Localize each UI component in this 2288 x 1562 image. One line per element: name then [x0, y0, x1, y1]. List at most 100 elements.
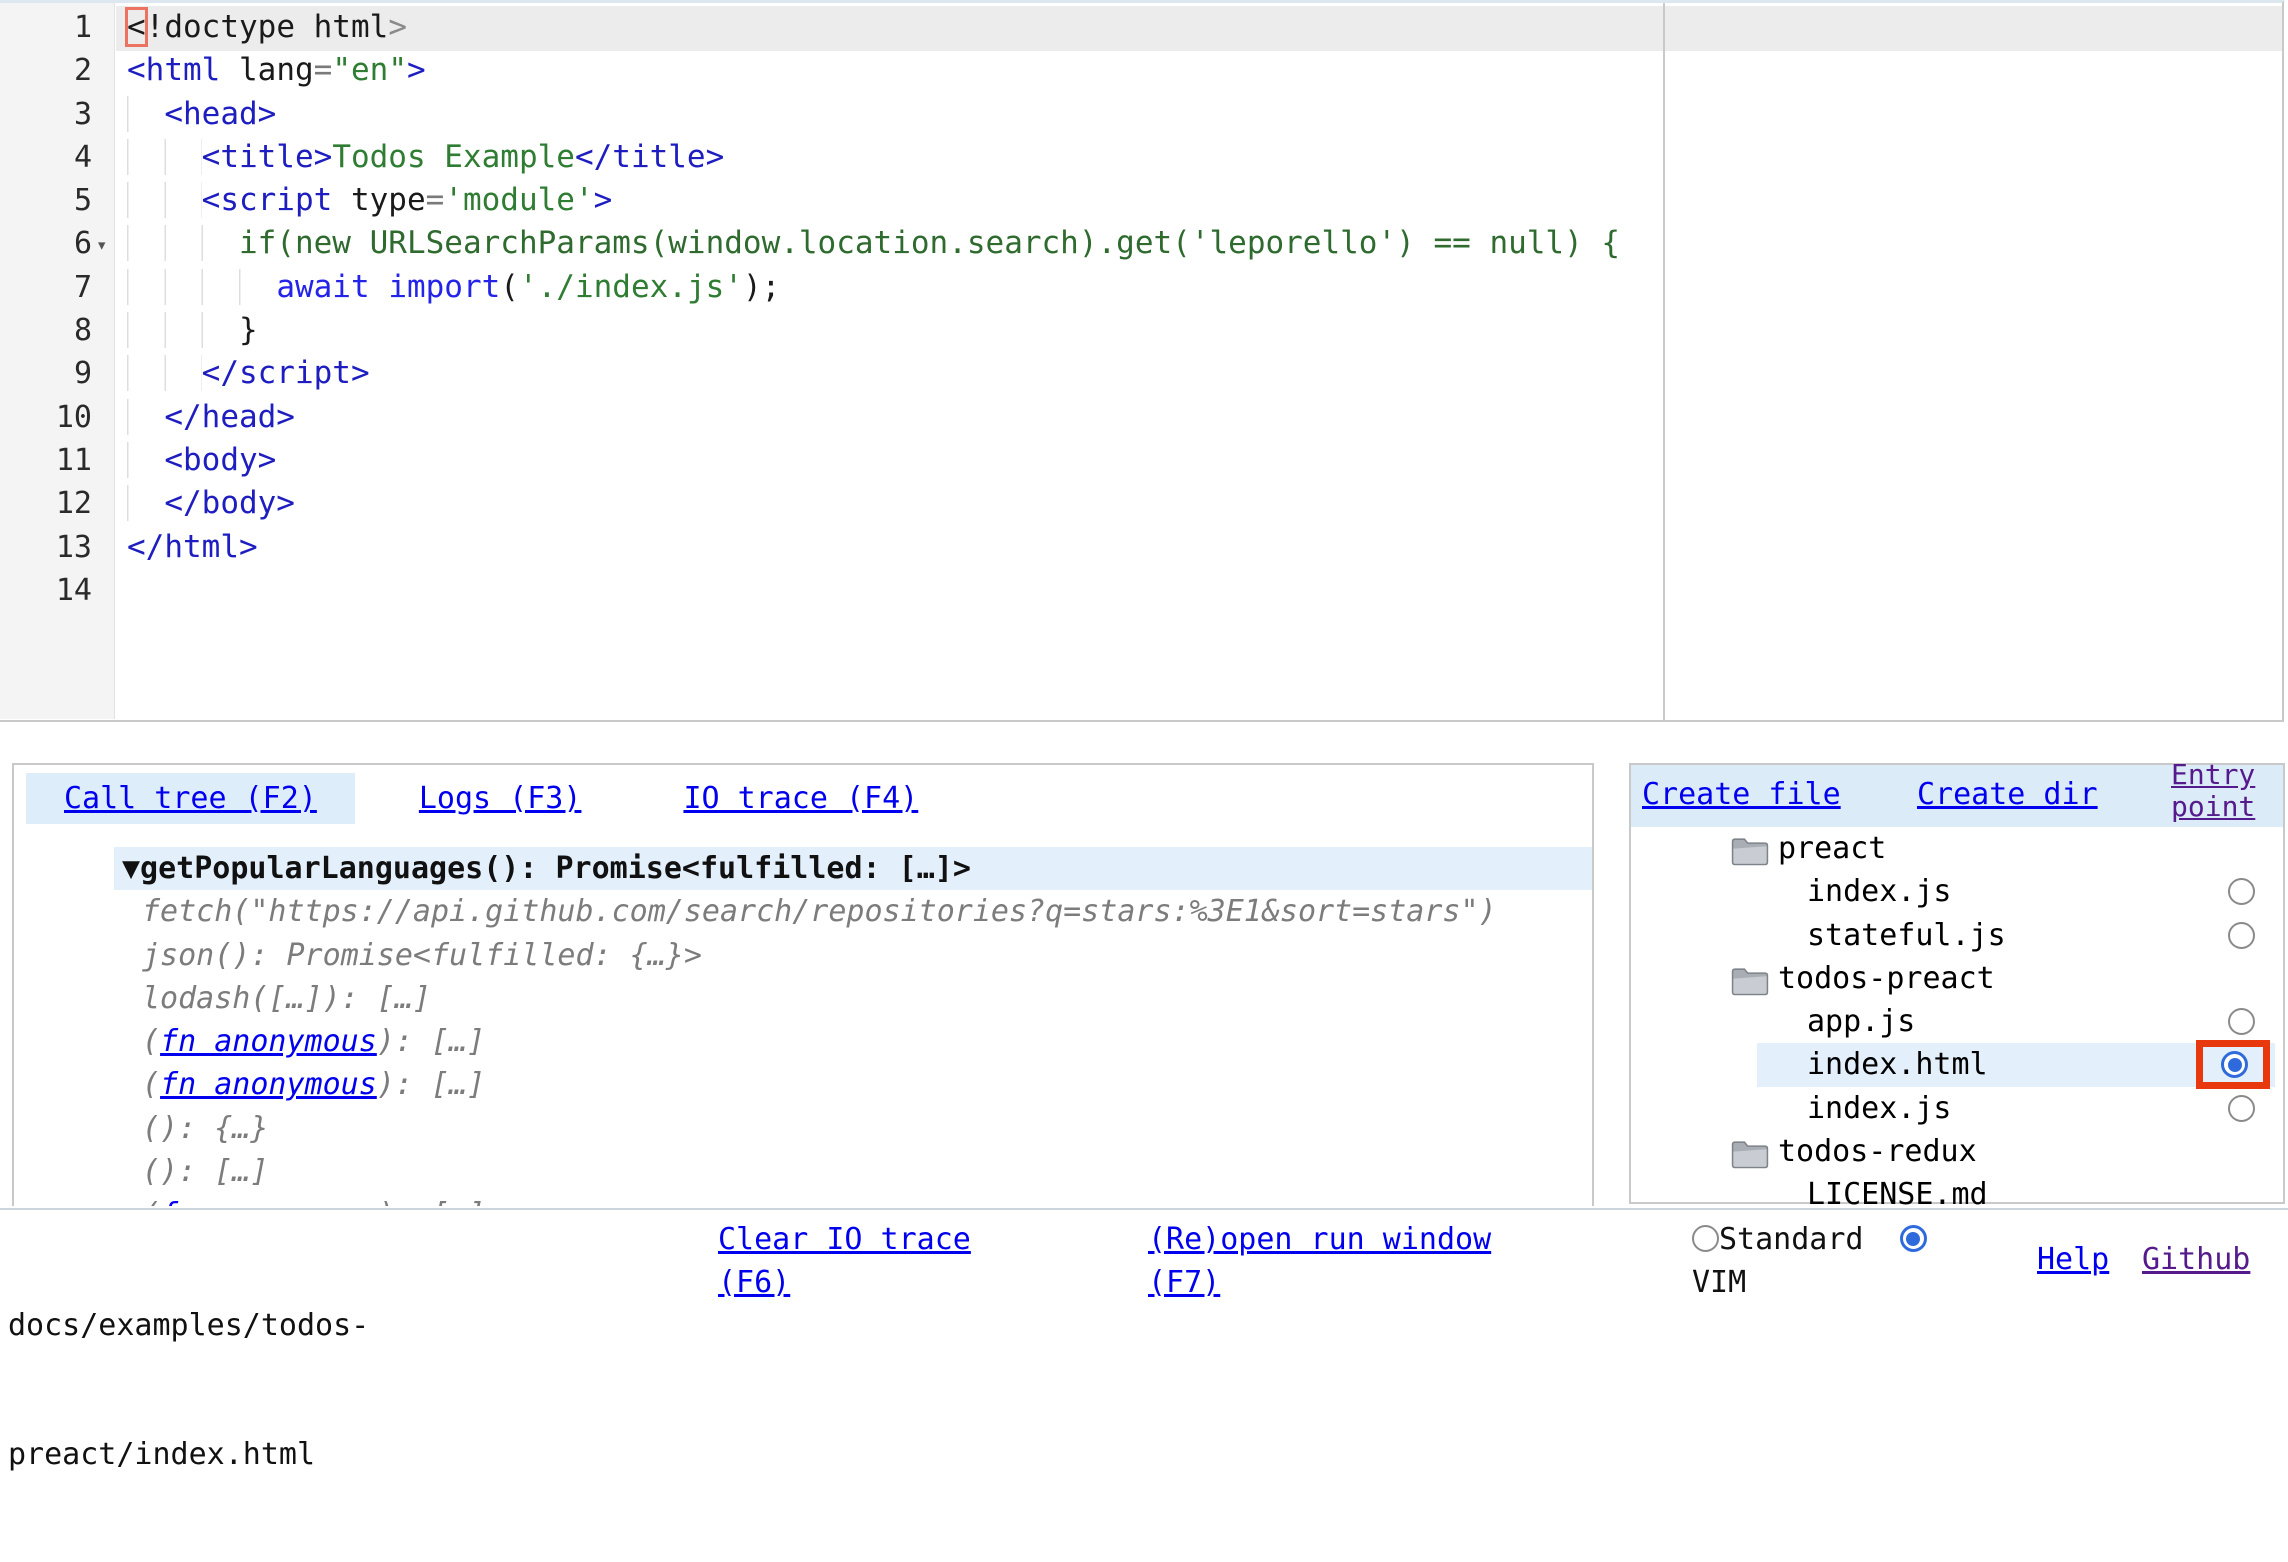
clear-io-trace-line2[interactable]: (F6) [718, 1261, 971, 1304]
file-name[interactable]: stateful.js [1807, 914, 2006, 957]
code-token: './index.js' [519, 269, 743, 305]
code-line[interactable]: 14 [0, 569, 2282, 612]
code-line[interactable]: 6▾ if(new URLSearchParams(window.locatio… [0, 222, 2282, 265]
code-line[interactable]: 8 } [0, 309, 2282, 352]
standard-mode-label[interactable]: Standard [1719, 1222, 1864, 1257]
code-token: ); [743, 269, 780, 305]
entry-point-link[interactable]: Entry point [2171, 759, 2275, 823]
line-number: 11 [0, 439, 92, 482]
reopen-run-window-line2[interactable]: (F7) [1148, 1261, 1491, 1304]
entry-point-radio[interactable] [2228, 1008, 2255, 1035]
call-row-text: ): […] [377, 1024, 485, 1059]
call-tree-row[interactable]: (fn anonymous): […] [14, 1063, 1592, 1106]
code-token: import [388, 269, 500, 305]
code-token: <html [127, 52, 220, 88]
code-token: > [388, 9, 407, 45]
code-line[interactable]: 11 <body> [0, 439, 2282, 482]
file-tree-dir-row[interactable]: todos-redux [1631, 1130, 2283, 1173]
fn-anonymous-link[interactable]: fn anonymous [160, 1067, 377, 1102]
entry-point-radio[interactable] [2228, 1095, 2255, 1122]
entry-point-radio[interactable] [2221, 1051, 2248, 1078]
code-line[interactable]: 12 </body> [0, 482, 2282, 525]
file-name[interactable]: index.js [1807, 1087, 1952, 1130]
create-dir-link[interactable]: Create dir [1917, 777, 2098, 812]
tab-logs[interactable]: Logs (F3) [381, 773, 620, 824]
call-tree-root-row[interactable]: ▼getPopularLanguages(): Promise<fulfille… [14, 847, 1592, 890]
call-tree-row[interactable]: (): {…} [14, 1107, 1592, 1150]
call-tree-row[interactable]: (fn anonymous): […] [14, 1020, 1592, 1063]
call-tree-rows: ▼getPopularLanguages(): Promise<fulfille… [14, 847, 1592, 1206]
file-tree-dir-row[interactable]: todos-preact [1631, 957, 2283, 1000]
code-line[interactable]: 3 <head> [0, 93, 2282, 136]
call-row-text: ( [142, 1067, 160, 1102]
code-line[interactable]: 7 await import('./index.js'); [0, 266, 2282, 309]
code-editor[interactable]: 1<!doctype html>2<html lang="en">3 <head… [0, 0, 2284, 722]
code-token: = [426, 182, 445, 218]
call-row-text: ▼getPopularLanguages(): Promise<fulfille… [122, 851, 971, 886]
vim-mode-label[interactable]: VIM [1692, 1261, 1927, 1304]
tab-io-trace[interactable]: IO trace (F4) [645, 773, 956, 824]
code-text: await import('./index.js'); [127, 266, 780, 309]
dir-name[interactable]: preact [1778, 827, 1886, 870]
code-token: if(new URLSearchParams(window.location.s… [239, 225, 1620, 261]
clear-io-trace-link[interactable]: Clear IO trace (F6) [718, 1218, 971, 1304]
code-text: </script> [127, 352, 370, 395]
code-text: </head> [127, 396, 295, 439]
code-lines: 1<!doctype html>2<html lang="en">3 <head… [0, 6, 2282, 612]
help-link[interactable]: Help [2037, 1238, 2109, 1281]
tab-call-tree[interactable]: Call tree (F2) [26, 773, 355, 824]
tab-io-trace-label[interactable]: IO trace (F4) [683, 781, 918, 816]
github-link[interactable]: Github [2142, 1238, 2250, 1281]
code-token [127, 182, 202, 218]
dir-name[interactable]: todos-redux [1778, 1130, 1977, 1173]
call-tree-row[interactable]: fetch("https://api.github.com/search/rep… [14, 890, 1592, 933]
clear-io-trace-line1[interactable]: Clear IO trace [718, 1218, 971, 1261]
file-tree-file-row[interactable]: index.js [1631, 870, 2283, 913]
code-line[interactable]: 10 </head> [0, 396, 2282, 439]
call-tree-row[interactable]: (fn anonymous): […] [14, 1193, 1592, 1206]
file-tree-file-row[interactable]: stateful.js [1631, 914, 2283, 957]
file-name[interactable]: index.html [1807, 1043, 1988, 1086]
fn-anonymous-link[interactable]: fn anonymous [160, 1197, 377, 1206]
fold-arrow-icon[interactable]: ▾ [96, 224, 107, 267]
code-text: } [127, 309, 258, 352]
call-tree-row[interactable]: lodash([…]): […] [14, 977, 1592, 1020]
line-number: 13 [0, 526, 92, 569]
call-row-text: json(): Promise<fulfilled: {…}> [142, 938, 702, 973]
file-tree-file-row[interactable]: index.js [1631, 1087, 2283, 1130]
call-tree-row[interactable]: (): […] [14, 1150, 1592, 1193]
entry-point-radio[interactable] [2228, 878, 2255, 905]
code-line[interactable]: 4 <title>Todos Example</title> [0, 136, 2282, 179]
code-line[interactable]: 5 <script type='module'> [0, 179, 2282, 222]
standard-mode-radio[interactable] [1692, 1225, 1719, 1252]
code-line[interactable]: 9 </script> [0, 352, 2282, 395]
call-tree-panel: Call tree (F2) Logs (F3) IO trace (F4) ▼… [12, 763, 1594, 1206]
call-row-text: ( [142, 1024, 160, 1059]
code-line[interactable]: 1<!doctype html> [0, 6, 2282, 49]
code-token [370, 269, 389, 305]
call-tree-row[interactable]: json(): Promise<fulfilled: {…}> [14, 934, 1592, 977]
file-name[interactable]: LICENSE.md [1807, 1173, 1988, 1216]
code-text: <title>Todos Example</title> [127, 136, 724, 179]
file-tree-file-row[interactable]: app.js [1631, 1000, 2283, 1043]
file-name[interactable]: index.js [1807, 870, 1952, 913]
vim-mode-radio[interactable] [1900, 1225, 1927, 1252]
code-token: = [314, 52, 333, 88]
tab-logs-label[interactable]: Logs (F3) [419, 781, 582, 816]
code-token [127, 269, 276, 305]
create-file-link[interactable]: Create file [1642, 777, 1841, 812]
code-token: </head> [164, 399, 295, 435]
dir-name[interactable]: todos-preact [1778, 957, 1995, 1000]
code-line[interactable]: 13</html> [0, 526, 2282, 569]
file-name[interactable]: app.js [1807, 1000, 1915, 1043]
reopen-run-window-line1[interactable]: (Re)open run window [1148, 1218, 1491, 1261]
reopen-run-window-link[interactable]: (Re)open run window (F7) [1148, 1218, 1491, 1304]
line-number: 10 [0, 396, 92, 439]
fn-anonymous-link[interactable]: fn anonymous [160, 1024, 377, 1059]
code-token [220, 52, 239, 88]
file-tree-dir-row[interactable]: preact [1631, 827, 2283, 870]
file-tree-file-row[interactable]: index.html [1631, 1043, 2283, 1086]
entry-point-radio[interactable] [2228, 922, 2255, 949]
tab-call-tree-label[interactable]: Call tree (F2) [64, 781, 317, 816]
code-line[interactable]: 2<html lang="en"> [0, 49, 2282, 92]
